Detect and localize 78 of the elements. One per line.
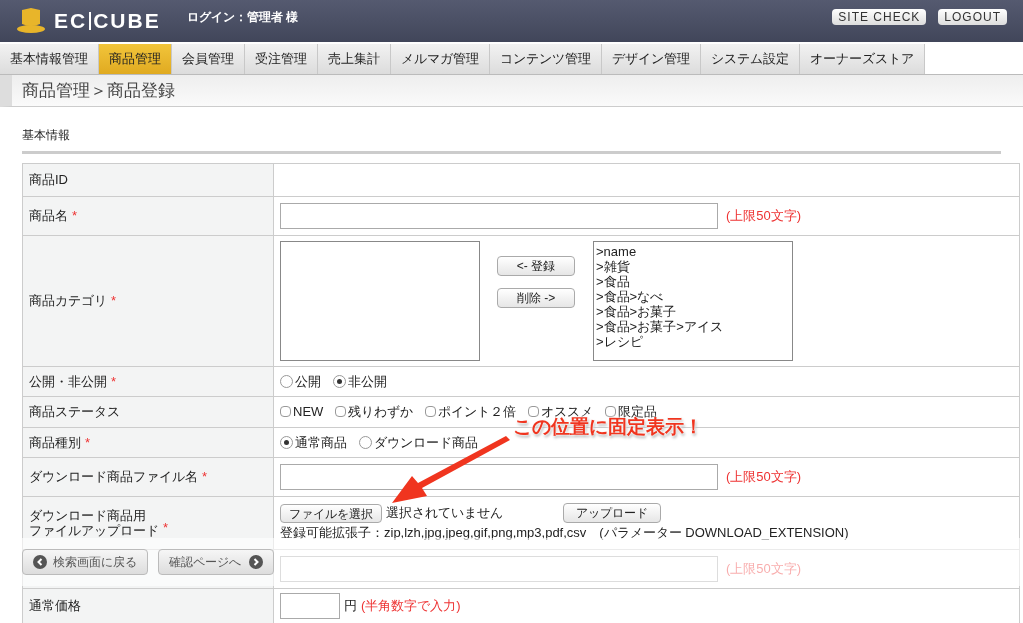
text-field[interactable] [280,464,718,490]
confirm-button[interactable]: 確認ページへ [158,549,274,575]
price-field[interactable] [280,592,340,619]
field-label: 商品カテゴリ [29,291,107,310]
nav-tab[interactable]: デザイン管理 [602,44,701,74]
category-option[interactable]: >食品>お菓子>アイス [596,318,792,334]
nav-tab[interactable]: システム設定 [701,44,800,74]
breadcrumb: 商品管理＞商品登録 [22,79,175,102]
radio-button[interactable] [359,435,372,449]
category-option[interactable]: >食品>なべ [596,288,792,304]
limit-note: (上限50文字) [726,559,802,578]
category-option[interactable]: >雑貨 [596,258,792,274]
file-status: 選択されていません [386,504,503,523]
header-button[interactable]: LOGOUT [938,9,1007,25]
field-label: 商品ステータス [29,403,120,421]
limit-note: (上限50文字) [726,468,802,487]
field-label: ダウンロード商品用 [29,507,147,523]
category-option[interactable]: >レシピ [596,333,792,349]
choose-file-button[interactable]: ファイルを選択 [280,503,382,523]
upload-button[interactable]: アップロード [563,503,661,523]
category-option[interactable]: >食品>お菓子 [596,303,792,319]
nav-tab[interactable]: 基本情報管理 [0,44,99,74]
checkbox[interactable] [280,406,291,418]
checkbox-label: NEW [293,403,324,421]
annotation-label: この位置に固定表示！ [513,417,703,436]
chevron-left-icon [33,555,47,569]
text-field[interactable] [280,555,718,582]
chevron-right-icon [249,555,263,569]
field-label: 公開・非公開 [29,372,107,391]
nav-tab[interactable]: オーナーズストア [800,44,925,74]
category-list[interactable]: >name >雑貨 >食品 >食品>なべ >食品>お菓子 >食品>お菓子>アイス >レシピ [593,240,793,361]
radio-label: ダウンロード商品 [374,433,478,452]
field-label: 通常価格 [29,596,81,615]
remove-button[interactable]: 削除 -> [497,287,575,308]
nav-tab[interactable]: 商品管理 [99,44,172,74]
text-field[interactable] [280,202,718,229]
nav-tab[interactable]: メルマガ管理 [391,44,490,74]
radio-button[interactable] [333,374,346,388]
header-button[interactable]: SITE CHECK [832,9,927,25]
required-mark: * [111,372,117,391]
logo: EC CUBE [54,8,161,35]
checkbox[interactable] [605,406,617,418]
required-mark: * [85,433,91,452]
login-label: ログイン：管理者 様 [186,9,299,26]
checkbox-label: 残りわずか [348,403,414,421]
nav-tab[interactable]: コンテンツ管理 [490,44,602,74]
required-mark: * [72,206,78,225]
back-button[interactable]: 検索画面に戻る [22,549,148,575]
input-hint: (半角数字で入力) [361,596,461,615]
checkbox[interactable] [335,406,347,418]
radio-label: 非公開 [348,372,387,391]
register-button[interactable]: <- 登録 [497,255,575,276]
nav-tab[interactable]: 売上集計 [318,44,391,74]
radio-button[interactable] [280,435,293,449]
unit-label: 円 [344,596,357,615]
field-label: 商品ID [29,171,68,189]
limit-note: (上限50文字) [726,206,802,225]
required-mark: * [163,519,169,538]
nav-tab[interactable]: 受注管理 [245,44,318,74]
nav-tab[interactable]: 会員管理 [172,44,245,74]
logo-icon [16,8,46,34]
section-title: 基本情報 [22,126,1001,154]
checkbox[interactable] [528,406,540,418]
category-option[interactable]: >食品 [596,273,792,289]
checkbox[interactable] [425,406,437,418]
extension-note: 登録可能拡張子：zip,lzh,jpg,jpeg,gif,png,mp3,pdf,csv (パラメーター DOWNLOAD_EXTENSION) [280,524,849,542]
field-label: 商品種別 [29,433,81,452]
radio-button[interactable] [280,374,293,388]
radio-label: 公開 [295,372,321,391]
field-label: 商品名 [29,206,68,225]
radio-label: 通常商品 [295,433,347,452]
required-mark: * [202,468,208,487]
selected-category-list[interactable] [280,240,480,361]
field-label: ダウンロード商品ファイル名 [29,468,198,487]
required-mark: * [111,291,117,310]
checkbox-label: ポイント２倍 [438,403,517,420]
field-label: ファイルアップロード [29,522,159,538]
category-option[interactable]: >name [596,243,792,259]
